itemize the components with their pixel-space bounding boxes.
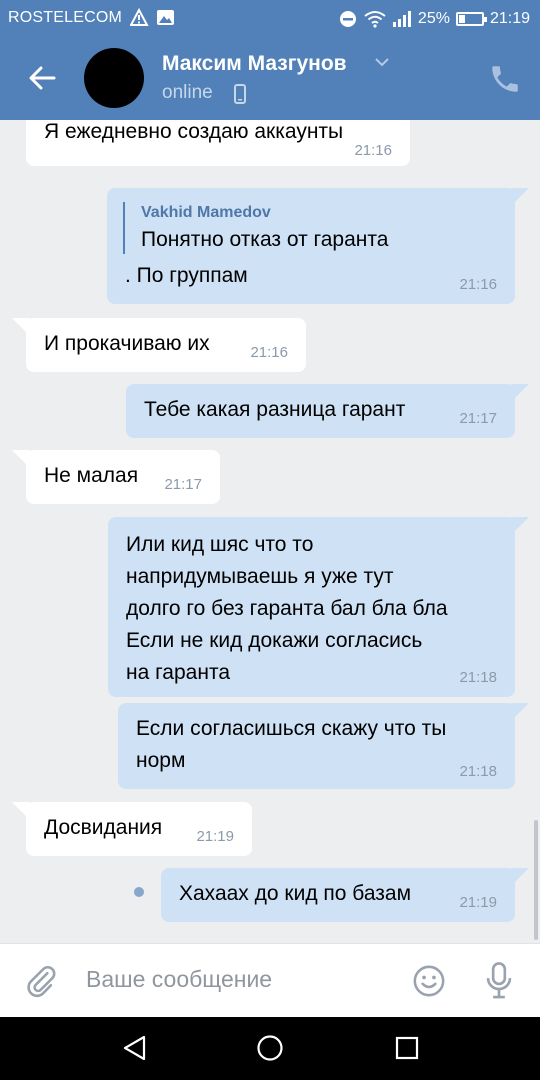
reply-text: Понятно отказ от гаранта bbox=[141, 228, 389, 251]
warning-icon bbox=[129, 7, 174, 26]
message-time: 21:17 bbox=[164, 476, 202, 493]
chevron-down-icon[interactable] bbox=[374, 56, 390, 68]
status-notification-icons bbox=[129, 7, 180, 33]
message-time: 21:17 bbox=[459, 410, 497, 427]
message-composer: Ваше сообщение bbox=[0, 943, 540, 1017]
message-time: 21:18 bbox=[459, 763, 497, 780]
message-text: Я ежедневно создаю аккаунты bbox=[44, 120, 344, 143]
message-incoming[interactable]: Не малая 21:17 bbox=[12, 450, 220, 504]
message-outgoing-reply[interactable]: Vakhid Mamedov Понятно отказ от гаранта … bbox=[107, 188, 529, 304]
message-text: Или кид шяс что то напридумываешь я уже … bbox=[126, 529, 448, 689]
message-time: 21:16 bbox=[459, 276, 497, 293]
message-text: . По группам bbox=[125, 264, 248, 287]
message-text: И прокачиваю их bbox=[44, 332, 210, 355]
system-nav-bar bbox=[0, 1017, 540, 1080]
message-line: норм bbox=[136, 749, 186, 772]
message-incoming[interactable]: Я ежедневно создаю аккаунты 21:16 bbox=[12, 120, 410, 166]
scrollbar[interactable] bbox=[534, 820, 538, 940]
message-incoming[interactable]: Досвидания 21:19 bbox=[12, 802, 252, 856]
message-time: 21:19 bbox=[459, 894, 497, 911]
message-line: Если не кид докажи согласись bbox=[126, 629, 423, 652]
signal-icon bbox=[392, 11, 411, 27]
clock: 21:19 bbox=[489, 10, 530, 27]
message-time: 21:19 bbox=[196, 828, 234, 845]
contact-name[interactable]: Максим Мазгунов bbox=[162, 52, 347, 76]
message-text: Если согласишься скажу что ты норм bbox=[136, 713, 446, 777]
message-text: Тебе какая разница гарант bbox=[144, 398, 406, 421]
message-input[interactable]: Ваше сообщение bbox=[86, 966, 272, 993]
contact-avatar[interactable] bbox=[84, 48, 144, 108]
unread-indicator bbox=[134, 887, 144, 897]
message-outgoing[interactable]: Хахаах до кид по базам 21:19 bbox=[161, 868, 529, 922]
message-outgoing[interactable]: Или кид шяс что то напридумываешь я уже … bbox=[108, 517, 529, 697]
back-triangle-icon[interactable] bbox=[120, 1033, 150, 1063]
message-text: Не малая bbox=[44, 464, 139, 487]
back-arrow-icon[interactable] bbox=[24, 60, 60, 96]
contact-status: online bbox=[162, 82, 213, 103]
microphone-icon[interactable] bbox=[484, 962, 514, 1000]
message-time: 21:16 bbox=[354, 142, 392, 159]
battery-icon bbox=[455, 12, 487, 26]
message-line: напридумываешь я уже тут bbox=[126, 565, 394, 588]
carrier-name: ROSTELECOM bbox=[8, 9, 123, 26]
phone-call-icon[interactable] bbox=[488, 62, 522, 96]
paperclip-icon[interactable] bbox=[24, 964, 58, 998]
status-right-group: 25% 21:19 bbox=[338, 9, 530, 29]
message-outgoing[interactable]: Тебе какая разница гарант 21:17 bbox=[126, 384, 529, 438]
message-line: долго го без гаранта бал бла бла bbox=[126, 597, 448, 620]
mobile-phone-icon bbox=[234, 84, 246, 104]
message-line: на гаранта bbox=[126, 661, 231, 684]
message-time: 21:16 bbox=[250, 344, 288, 361]
message-text: Досвидания bbox=[44, 816, 163, 839]
message-line: Или кид шяс что то bbox=[126, 533, 314, 556]
reply-quote[interactable]: Vakhid Mamedov Понятно отказ от гаранта bbox=[123, 202, 388, 254]
battery-fill bbox=[458, 15, 465, 23]
recents-square-icon[interactable] bbox=[392, 1033, 422, 1063]
chat-header: Максим Мазгунов online bbox=[0, 36, 540, 120]
battery-percent: 25% bbox=[417, 10, 450, 27]
emoji-icon[interactable] bbox=[412, 964, 446, 998]
message-incoming[interactable]: И прокачиваю их 21:16 bbox=[12, 318, 306, 372]
reply-author: Vakhid Mamedov bbox=[141, 204, 271, 221]
do-not-disturb-icon bbox=[339, 11, 356, 27]
message-outgoing[interactable]: Если согласишься скажу что ты норм 21:18 bbox=[118, 703, 529, 789]
home-circle-icon[interactable] bbox=[255, 1033, 285, 1063]
message-text: Хахаах до кид по базам bbox=[179, 882, 412, 905]
message-line: Если согласишься скажу что ты bbox=[136, 717, 447, 740]
message-list[interactable]: Я ежедневно создаю аккаунты 21:16 Vakhid… bbox=[0, 120, 540, 943]
wifi-icon bbox=[364, 11, 386, 28]
status-bar: ROSTELECOM 25% 21:19 bbox=[0, 0, 540, 36]
message-time: 21:18 bbox=[459, 669, 497, 686]
